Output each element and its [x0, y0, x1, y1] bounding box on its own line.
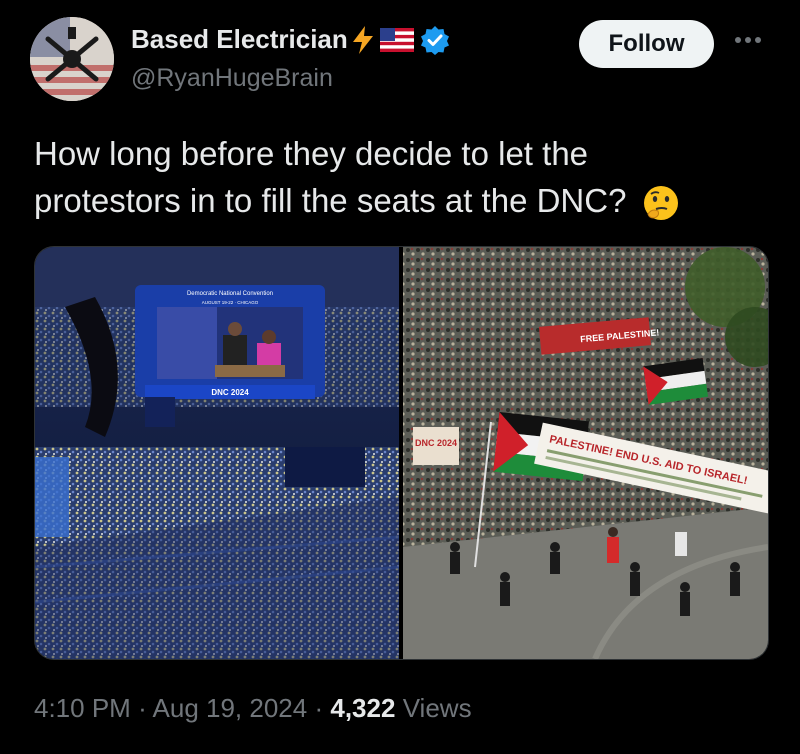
media-image: Democratic National Convention AUGUST 19…: [35, 247, 768, 659]
meta-separator: ·: [314, 693, 324, 723]
tweet-media[interactable]: Democratic National Convention AUGUST 19…: [34, 246, 769, 660]
tweet-meta: 4:10 PM · Aug 19, 2024 · 4,322 Views: [34, 693, 472, 724]
lightning-icon: [350, 25, 376, 55]
meta-separator: ·: [138, 693, 147, 723]
author-name-row: Based Electrician: [131, 24, 450, 55]
avatar-image: [30, 17, 114, 101]
arena-photo: Democratic National Convention AUGUST 19…: [35, 247, 400, 659]
verified-badge-icon: [420, 25, 450, 55]
jumbotron-title: Democratic National Convention: [187, 291, 273, 297]
jumbotron-date: AUGUST 19-22 · CHICAGO: [202, 300, 259, 305]
dnc-sign-text: DNC 2024: [415, 438, 457, 448]
author-name[interactable]: Based Electrician: [131, 24, 348, 55]
protest-photo: FREE PALESTINE! PALESTINE! END U.S. AID …: [403, 247, 768, 659]
thinking-face-icon: [642, 184, 680, 222]
tweet-time[interactable]: 4:10 PM: [34, 693, 131, 723]
tweet-body: How long before they decide to let the p…: [34, 135, 627, 219]
views-label: Views: [402, 693, 472, 723]
more-options-icon[interactable]: [735, 30, 765, 50]
avatar[interactable]: [30, 17, 114, 101]
us-flag-icon: [379, 27, 414, 52]
author-handle[interactable]: @RyanHugeBrain: [131, 64, 333, 93]
views-count: 4,322: [330, 693, 396, 723]
follow-button[interactable]: Follow: [579, 20, 714, 68]
tweet-text: How long before they decide to let the p…: [34, 130, 734, 224]
jumbotron-ribbon: DNC 2024: [211, 388, 249, 397]
tweet-date[interactable]: Aug 19, 2024: [153, 693, 308, 723]
